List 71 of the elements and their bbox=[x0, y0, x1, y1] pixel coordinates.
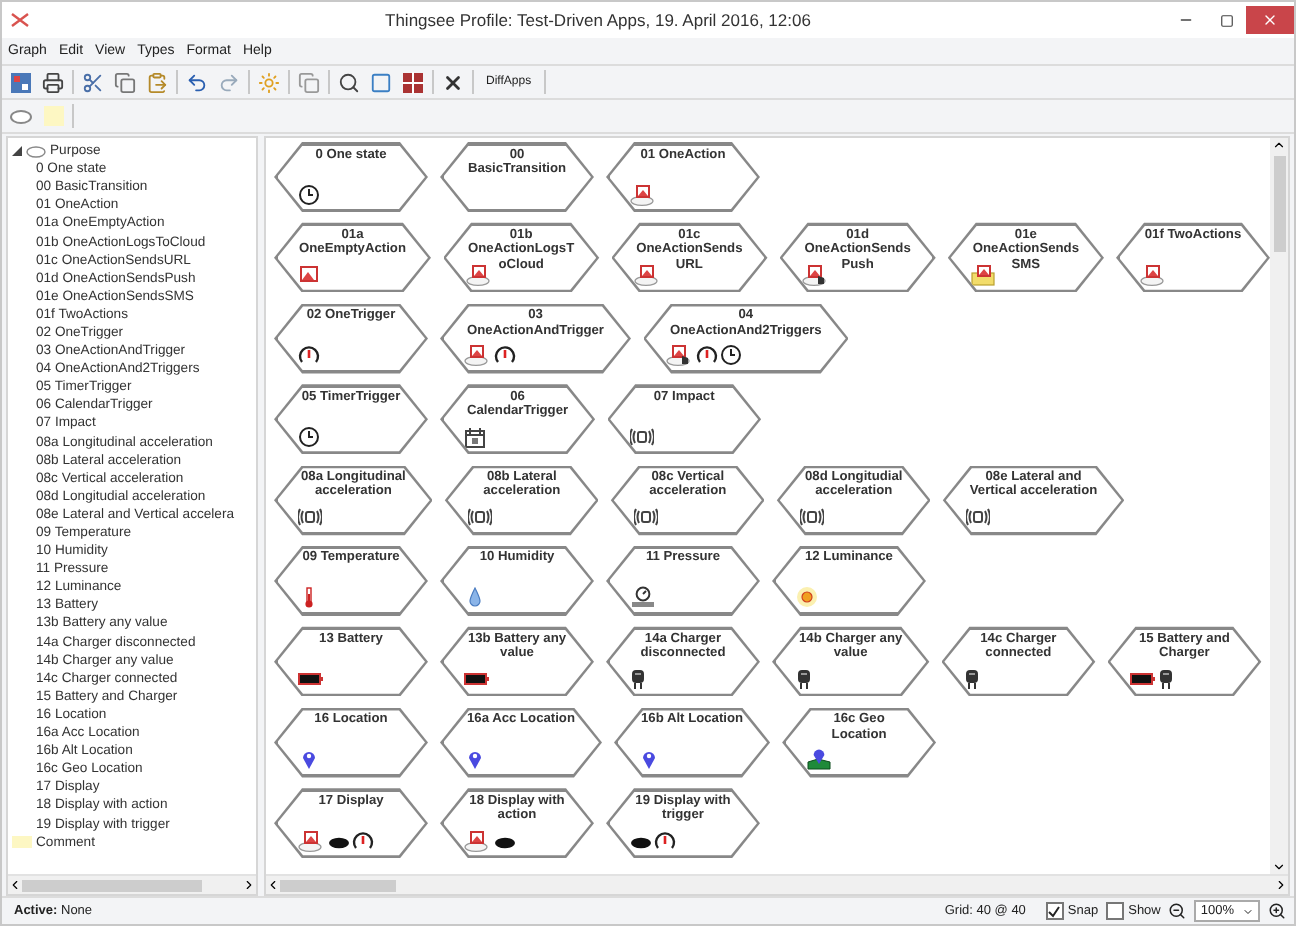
battery-icon bbox=[463, 667, 489, 690]
battery-icon bbox=[1130, 667, 1157, 690]
plug-icon bbox=[629, 667, 645, 690]
clock-icon bbox=[720, 344, 743, 367]
gauge-icon bbox=[297, 344, 319, 367]
grid-icon[interactable] bbox=[400, 69, 426, 95]
zoom-in-icon[interactable] bbox=[1268, 902, 1286, 920]
calendar-icon bbox=[463, 425, 485, 448]
maximize-icon bbox=[1219, 13, 1233, 27]
plug-icon bbox=[964, 667, 981, 690]
close-icon bbox=[1262, 12, 1278, 28]
app-logo-icon bbox=[10, 12, 30, 28]
vibration-icon bbox=[633, 506, 658, 529]
cut-icon[interactable] bbox=[80, 69, 106, 95]
image-cloud-icon bbox=[629, 183, 657, 205]
comment-note-icon bbox=[12, 836, 32, 849]
location-pin-icon bbox=[637, 748, 659, 771]
undo-icon[interactable] bbox=[184, 69, 210, 95]
vibration-icon bbox=[467, 506, 492, 529]
new-graph-icon[interactable] bbox=[8, 69, 34, 95]
image-envelope-icon bbox=[970, 263, 999, 286]
scrollbar-thumb[interactable] bbox=[1273, 156, 1285, 252]
snap-checkbox[interactable] bbox=[1045, 902, 1064, 920]
image-cloud-icon bbox=[634, 263, 663, 286]
gauge-icon bbox=[493, 344, 515, 367]
rectangle-icon[interactable] bbox=[368, 69, 394, 95]
scroll-right-icon[interactable] bbox=[1274, 878, 1288, 892]
zoom-out-icon[interactable] bbox=[1168, 902, 1187, 920]
pressure-gauge-icon bbox=[629, 586, 655, 609]
gauge-icon bbox=[696, 344, 719, 367]
scrollbar-thumb[interactable] bbox=[22, 879, 202, 891]
image-cloud-icon bbox=[466, 263, 494, 286]
gauge-icon bbox=[351, 829, 373, 852]
sun-icon bbox=[795, 586, 817, 609]
clock-icon bbox=[297, 425, 319, 448]
location-pin-icon bbox=[297, 748, 319, 771]
vibration-icon bbox=[630, 425, 655, 448]
copy-icon[interactable] bbox=[112, 69, 138, 95]
scroll-left-icon[interactable] bbox=[8, 878, 22, 892]
image-icon bbox=[297, 263, 319, 286]
gauge-icon bbox=[653, 829, 675, 852]
scroll-down-icon[interactable] bbox=[1272, 860, 1286, 874]
vibration-icon bbox=[799, 506, 824, 529]
window-title: Thingsee Profile: Test-Driven Apps, 19. April 2016, 12:06 bbox=[383, 10, 813, 30]
search-icon[interactable] bbox=[336, 69, 362, 95]
image-cloud-icon bbox=[297, 829, 325, 852]
pin-map-icon bbox=[805, 748, 832, 771]
scroll-right-icon[interactable] bbox=[242, 878, 256, 892]
print-icon[interactable] bbox=[40, 69, 66, 95]
image-cloud-icon bbox=[1139, 263, 1167, 286]
paste-icon[interactable] bbox=[144, 69, 170, 95]
battery-icon bbox=[297, 667, 323, 690]
image-pointer-icon bbox=[666, 344, 695, 367]
drop-icon bbox=[463, 586, 485, 609]
expand-arrow-icon[interactable] bbox=[12, 146, 22, 157]
vibration-icon bbox=[297, 506, 321, 529]
scroll-up-icon[interactable] bbox=[1272, 138, 1286, 152]
vibration-icon bbox=[965, 506, 990, 529]
scroll-left-icon[interactable] bbox=[266, 878, 280, 892]
plug-icon bbox=[795, 667, 811, 690]
plug-icon bbox=[1158, 667, 1175, 690]
caret-icon bbox=[1242, 905, 1254, 917]
scrollbar-thumb[interactable] bbox=[280, 879, 396, 891]
image-cloud-icon bbox=[463, 829, 491, 852]
image-cloud-icon bbox=[463, 344, 491, 367]
copy-icon[interactable] bbox=[296, 69, 322, 95]
show-checkbox[interactable] bbox=[1106, 902, 1125, 920]
state-ellipse-icon bbox=[26, 145, 46, 158]
clock-icon bbox=[297, 183, 319, 205]
image-pointer-icon bbox=[802, 263, 831, 286]
location-pin-icon bbox=[463, 748, 485, 771]
